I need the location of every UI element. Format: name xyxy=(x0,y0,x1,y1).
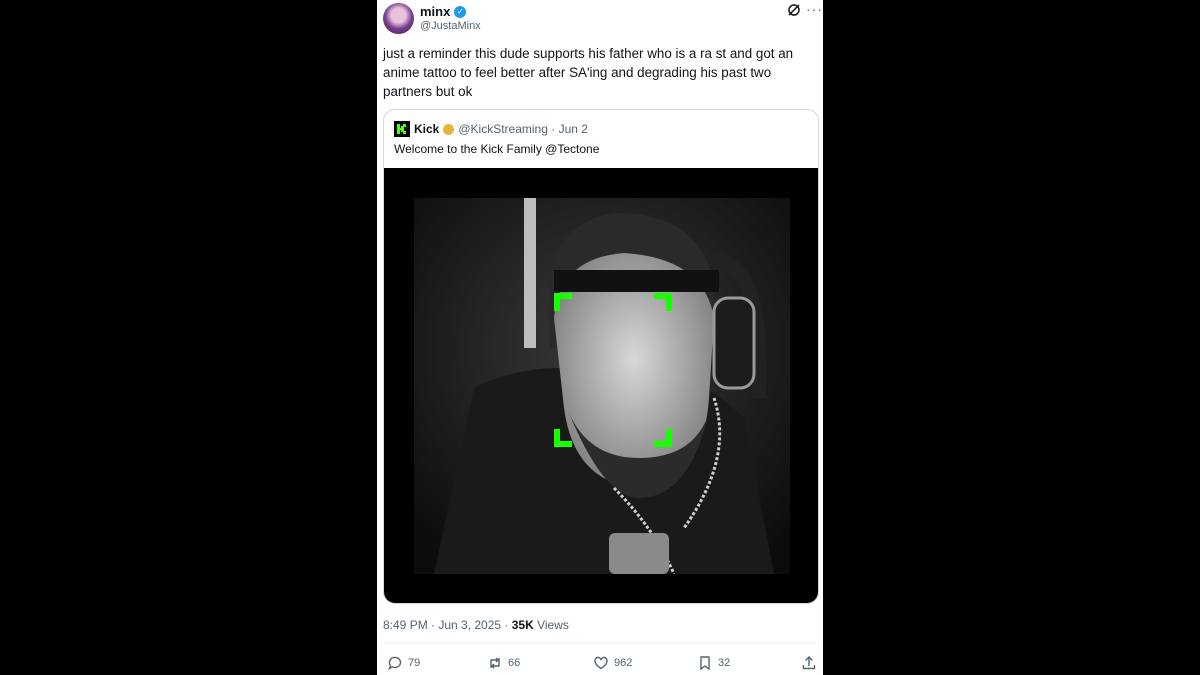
quoted-display-name[interactable]: Kick xyxy=(414,122,439,136)
repost-count: 66 xyxy=(508,657,521,669)
reply-icon xyxy=(388,656,402,670)
share-icon xyxy=(802,656,816,670)
bookmark-count: 32 xyxy=(718,657,731,669)
handle[interactable]: @JustaMinx xyxy=(420,20,481,32)
avatar[interactable] xyxy=(383,3,414,34)
display-name[interactable]: minx xyxy=(420,4,450,19)
quoted-text: Welcome to the Kick Family @Tectone xyxy=(394,142,600,156)
tweet-text: just a reminder this dude supports his f… xyxy=(383,46,794,99)
like-button[interactable]: 962 xyxy=(593,655,632,671)
repost-icon xyxy=(490,657,500,669)
bookmark-icon xyxy=(700,656,710,671)
like-icon xyxy=(594,656,608,670)
quoted-tweet[interactable]: Kick @KickStreaming · Jun 2 Welcome to t… xyxy=(383,109,819,604)
views-label: Views xyxy=(533,618,569,632)
divider xyxy=(383,643,819,644)
more-icon[interactable]: ··· xyxy=(806,1,823,17)
quoted-header: Kick @KickStreaming · Jun 2 xyxy=(394,121,588,137)
bookmark-button[interactable]: 32 xyxy=(697,655,730,671)
streamer-photo xyxy=(414,198,790,574)
timestamp[interactable]: 8:49 PM · Jun 3, 2025 · 35K Views xyxy=(383,618,569,632)
verified-icon: ✓ xyxy=(454,5,467,18)
views-count: 35K xyxy=(511,618,534,632)
gold-verified-icon xyxy=(443,123,455,135)
action-bar: 79 66 962 32 xyxy=(383,655,819,673)
tweet-card: minx ✓ @JustaMinx ··· just a reminder th… xyxy=(377,0,823,675)
grok-icon[interactable] xyxy=(787,3,801,17)
quoted-handle-date: @KickStreaming · Jun 2 xyxy=(458,122,588,136)
like-count: 962 xyxy=(614,657,633,669)
quoted-media[interactable] xyxy=(384,168,818,603)
kick-logo-icon xyxy=(394,121,410,137)
reply-count: 79 xyxy=(408,657,421,669)
share-button[interactable] xyxy=(801,655,817,671)
author-row: minx ✓ xyxy=(420,4,467,19)
reply-button[interactable]: 79 xyxy=(387,655,420,671)
repost-button[interactable]: 66 xyxy=(487,655,520,671)
timestamp-text: 8:49 PM · Jun 3, 2025 · xyxy=(383,618,512,632)
